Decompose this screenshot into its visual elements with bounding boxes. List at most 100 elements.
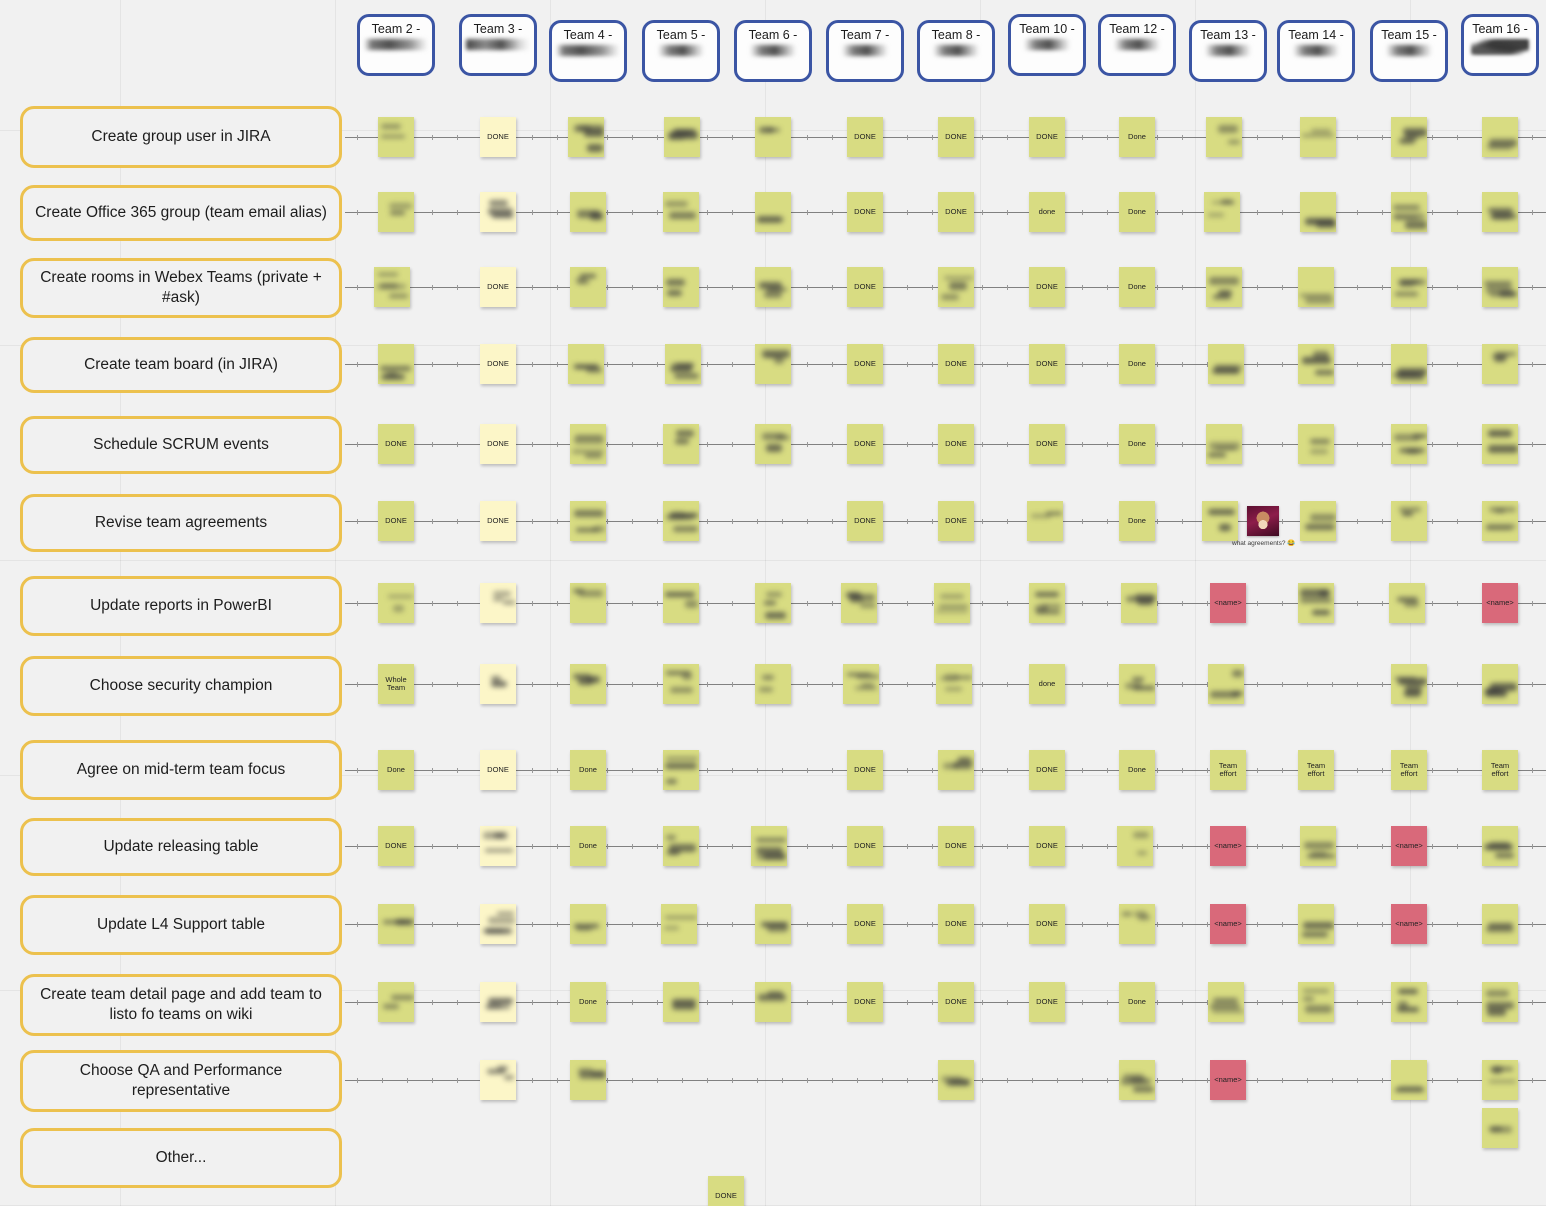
sticky-note[interactable]	[755, 982, 791, 1022]
sticky-note[interactable]	[938, 750, 974, 790]
sticky-note[interactable]: DONE	[938, 117, 974, 157]
row-label-card[interactable]: Update L4 Support table	[20, 895, 342, 955]
sticky-note[interactable]	[480, 192, 516, 232]
sticky-note[interactable]	[1391, 192, 1427, 232]
sticky-note[interactable]: DONE	[847, 982, 883, 1022]
sticky-note[interactable]: Done	[1119, 192, 1155, 232]
sticky-note[interactable]	[480, 826, 516, 866]
sticky-note[interactable]	[1482, 117, 1518, 157]
sticky-note[interactable]	[480, 664, 516, 704]
sticky-note[interactable]	[755, 117, 791, 157]
sticky-note[interactable]	[1391, 424, 1427, 464]
sticky-note[interactable]: DONE	[480, 501, 516, 541]
sticky-note[interactable]: Done	[1119, 344, 1155, 384]
sticky-note[interactable]	[1298, 267, 1334, 307]
sticky-note[interactable]	[1027, 501, 1063, 541]
sticky-note[interactable]	[1482, 344, 1518, 384]
sticky-note[interactable]	[1208, 344, 1244, 384]
sticky-note[interactable]	[570, 664, 606, 704]
sticky-note[interactable]: Done	[1119, 117, 1155, 157]
sticky-note[interactable]	[480, 982, 516, 1022]
sticky-note[interactable]	[378, 982, 414, 1022]
sticky-note[interactable]	[570, 424, 606, 464]
sticky-note[interactable]	[1029, 583, 1065, 623]
row-label-card[interactable]: Create team board (in JIRA)	[20, 337, 342, 393]
sticky-note[interactable]: DONE	[1029, 267, 1065, 307]
sticky-note[interactable]	[661, 904, 697, 944]
sticky-note[interactable]	[755, 192, 791, 232]
sticky-note[interactable]	[663, 982, 699, 1022]
row-label-card[interactable]: Agree on mid-term team focus	[20, 740, 342, 800]
row-label-card[interactable]: Update releasing table	[20, 818, 342, 876]
sticky-note[interactable]	[751, 826, 787, 866]
sticky-note[interactable]	[663, 750, 699, 790]
team-header-card[interactable]: Team 16 -	[1461, 14, 1539, 76]
sticky-note[interactable]	[1391, 117, 1427, 157]
sticky-note[interactable]	[378, 117, 414, 157]
sticky-note[interactable]	[755, 664, 791, 704]
sticky-note[interactable]	[1208, 664, 1244, 704]
team-header-card[interactable]: Team 4 -	[549, 20, 627, 82]
sticky-note[interactable]	[570, 267, 606, 307]
row-label-card[interactable]: Create Office 365 group (team email alia…	[20, 185, 342, 241]
sticky-note[interactable]	[1298, 583, 1334, 623]
sticky-note[interactable]: Team effort	[1298, 750, 1334, 790]
sticky-note[interactable]	[1206, 424, 1242, 464]
sticky-note[interactable]: <name>	[1391, 826, 1427, 866]
sticky-note[interactable]	[1391, 982, 1427, 1022]
sticky-note[interactable]: DONE	[938, 344, 974, 384]
sticky-note[interactable]	[1298, 424, 1334, 464]
row-label-card[interactable]: Choose security champion	[20, 656, 342, 716]
sticky-note[interactable]	[378, 192, 414, 232]
sticky-note[interactable]	[663, 424, 699, 464]
sticky-note[interactable]	[938, 1060, 974, 1100]
sticky-note[interactable]	[665, 344, 701, 384]
sticky-note[interactable]	[1389, 583, 1425, 623]
sticky-note[interactable]	[936, 664, 972, 704]
sticky-note[interactable]: DONE	[1029, 344, 1065, 384]
sticky-note[interactable]: DONE	[1029, 117, 1065, 157]
sticky-note[interactable]: DONE	[938, 982, 974, 1022]
sticky-note[interactable]	[1482, 192, 1518, 232]
sticky-note[interactable]	[1204, 192, 1240, 232]
sticky-note[interactable]: DONE	[938, 501, 974, 541]
team-header-card[interactable]: Team 5 -	[642, 20, 720, 82]
sticky-note[interactable]	[374, 267, 410, 307]
sticky-note[interactable]: DONE	[378, 501, 414, 541]
sticky-note[interactable]	[841, 583, 877, 623]
sticky-note[interactable]	[663, 267, 699, 307]
sticky-note[interactable]	[1482, 1108, 1518, 1148]
sticky-note[interactable]: DONE	[847, 192, 883, 232]
sticky-note[interactable]: <name>	[1210, 904, 1246, 944]
sticky-note[interactable]: DONE	[1029, 904, 1065, 944]
sticky-note[interactable]: DONE	[847, 117, 883, 157]
sticky-note[interactable]	[1482, 501, 1518, 541]
sticky-note[interactable]: Team effort	[1210, 750, 1246, 790]
sticky-note[interactable]	[1208, 982, 1244, 1022]
sticky-note[interactable]: DONE	[938, 826, 974, 866]
sticky-note[interactable]	[570, 192, 606, 232]
sticky-note[interactable]	[1482, 664, 1518, 704]
sticky-note[interactable]	[663, 826, 699, 866]
sticky-note[interactable]: DONE	[480, 424, 516, 464]
sticky-note[interactable]	[1119, 904, 1155, 944]
sticky-note[interactable]	[1482, 424, 1518, 464]
team-header-card[interactable]: Team 14 -	[1277, 20, 1355, 82]
meme-image-attachment[interactable]	[1247, 506, 1279, 536]
sticky-note[interactable]: DONE	[480, 267, 516, 307]
sticky-note[interactable]	[1206, 117, 1242, 157]
sticky-note[interactable]	[755, 583, 791, 623]
sticky-note[interactable]	[843, 664, 879, 704]
sticky-note[interactable]	[1391, 1060, 1427, 1100]
sticky-note[interactable]: Done	[1119, 750, 1155, 790]
sticky-note[interactable]	[1300, 117, 1336, 157]
sticky-note[interactable]	[663, 501, 699, 541]
sticky-note[interactable]: Team effort	[1391, 750, 1427, 790]
sticky-note[interactable]	[938, 267, 974, 307]
team-header-card[interactable]: Team 10 -	[1008, 14, 1086, 76]
sticky-note[interactable]	[1298, 982, 1334, 1022]
sticky-note[interactable]	[1482, 267, 1518, 307]
sticky-note[interactable]	[1117, 826, 1153, 866]
sticky-note[interactable]: DONE	[847, 501, 883, 541]
row-label-card[interactable]: Revise team agreements	[20, 494, 342, 552]
